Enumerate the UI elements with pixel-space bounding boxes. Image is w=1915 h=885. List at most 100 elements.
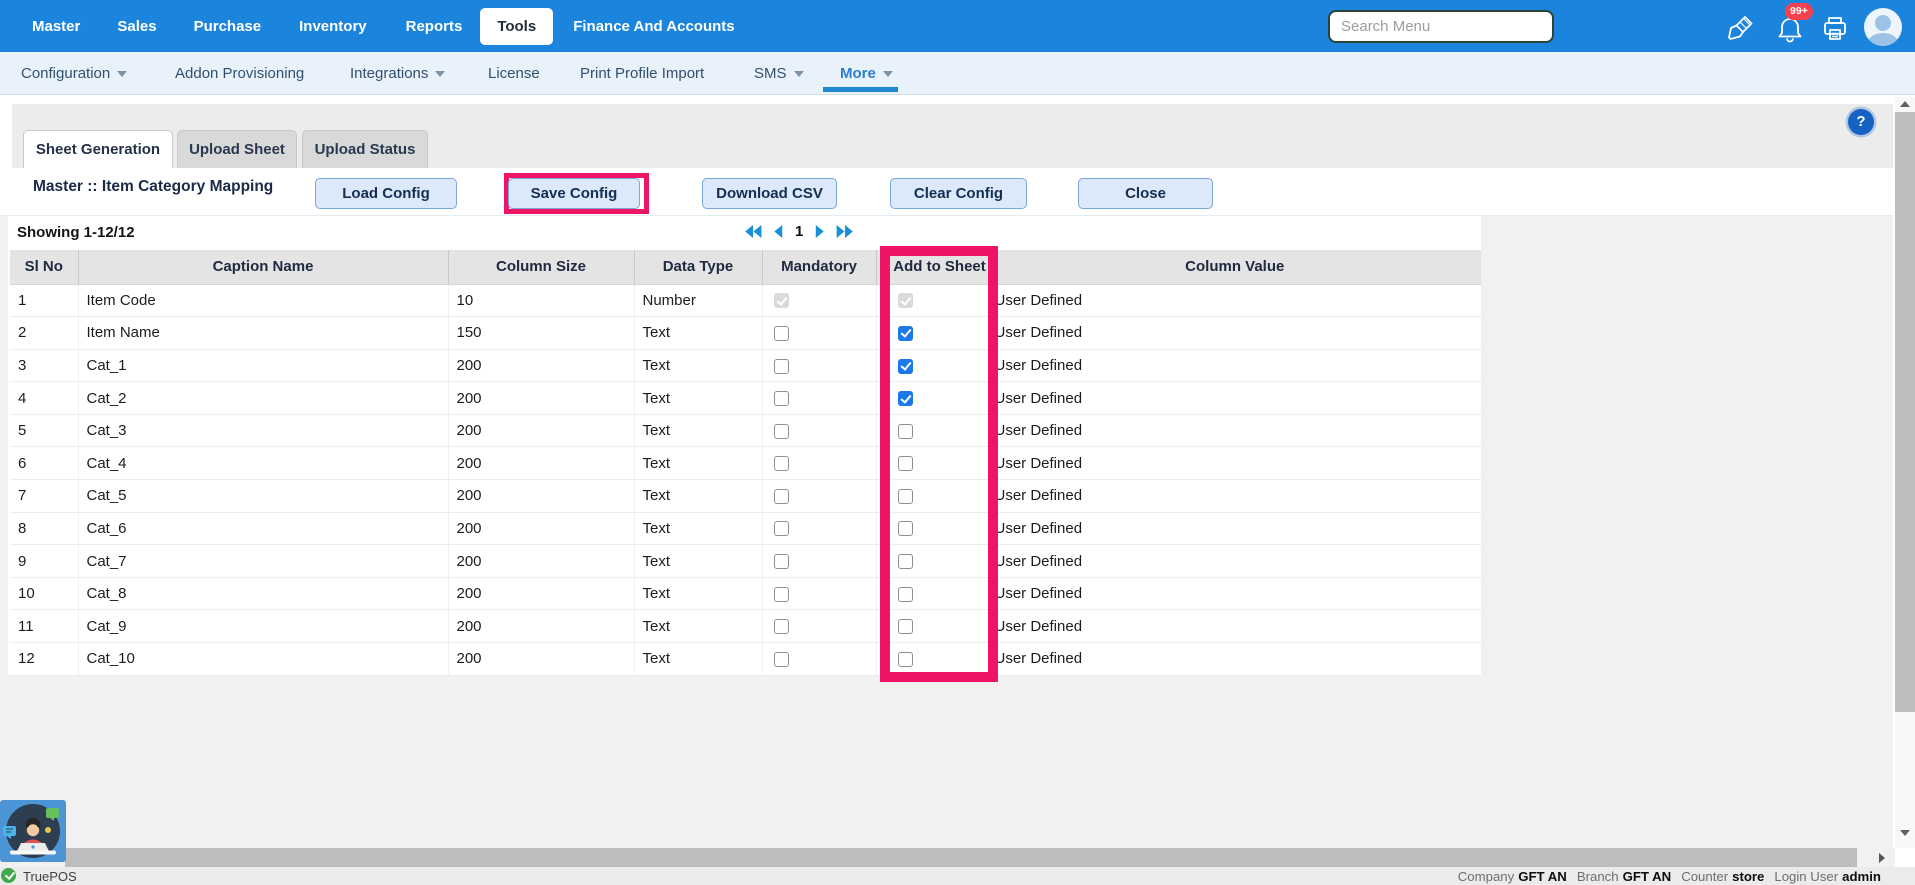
cell-mandatory-checkbox-cell [762, 610, 876, 643]
printer-icon[interactable] [1821, 16, 1849, 42]
search-input[interactable] [1328, 10, 1554, 43]
nav-item-purchase[interactable]: Purchase [194, 18, 262, 35]
cell-mandatory-checkbox-cell [762, 284, 876, 317]
tab-upload-sheet[interactable]: Upload Sheet [177, 130, 297, 168]
clear-config-button[interactable]: Clear Config [890, 178, 1027, 209]
column-header-sl-no: Sl No [10, 250, 78, 284]
record-count-label: Showing 1-12/12 [17, 224, 135, 241]
tab-upload-status[interactable]: Upload Status [302, 130, 428, 168]
table-row: 8Cat_6200TextUser Defined [10, 512, 1481, 545]
subnav-item-addon-provisioning[interactable]: Addon Provisioning [175, 52, 304, 94]
cell-column-size: 200 [448, 577, 634, 610]
cell-column-size: 200 [448, 545, 634, 578]
scroll-right-arrow[interactable] [1879, 853, 1885, 863]
scroll-up-arrow[interactable] [1900, 101, 1910, 107]
mandatory-checkbox[interactable] [774, 489, 789, 504]
cell-caption-name: Item Name [78, 317, 448, 350]
page-number[interactable]: 1 [795, 223, 803, 240]
load-config-button[interactable]: Load Config [315, 178, 457, 209]
mandatory-checkbox[interactable] [774, 359, 789, 374]
table-row: 2Item Name150TextUser Defined [10, 317, 1481, 350]
table-row: 5Cat_3200TextUser Defined [10, 414, 1481, 447]
download-csv-button[interactable]: Download CSV [702, 178, 837, 209]
subnav-item-license[interactable]: License [488, 52, 540, 94]
close-button[interactable]: Close [1078, 178, 1213, 209]
cell-mandatory-checkbox-cell [762, 480, 876, 513]
page-title: Master :: Item Category Mapping [33, 178, 273, 196]
cell-column-value: User Defined [988, 317, 1481, 350]
column-header-column-size: Column Size [448, 250, 634, 284]
cell-column-value: User Defined [988, 447, 1481, 480]
mandatory-checkbox[interactable] [774, 652, 789, 667]
first-page-icon[interactable] [745, 225, 762, 238]
mandatory-checkbox[interactable] [774, 326, 789, 341]
cell-column-size: 200 [448, 480, 634, 513]
vertical-scrollbar[interactable] [1895, 97, 1915, 848]
mandatory-checkbox[interactable] [774, 521, 789, 536]
horizontal-scrollbar-thumb[interactable] [65, 848, 1857, 867]
save-config-button[interactable]: Save Config [508, 178, 640, 209]
chevron-down-icon [794, 71, 804, 77]
nav-item-master[interactable]: Master [32, 18, 80, 35]
status-company: CompanyGFT AN [1458, 869, 1567, 884]
subnav-item-label: License [488, 65, 540, 82]
nav-item-reports[interactable]: Reports [406, 18, 463, 35]
nav-item-finance-and-accounts[interactable]: Finance And Accounts [573, 18, 734, 35]
mandatory-checkbox[interactable] [774, 587, 789, 602]
cell-column-size: 10 [448, 284, 634, 317]
horizontal-scrollbar[interactable] [0, 848, 1895, 867]
subnav-item-configuration[interactable]: Configuration [21, 52, 127, 94]
grid-area: Showing 1-12/12 1 Sl NoCaption NameColum… [0, 216, 1893, 848]
mandatory-checkbox[interactable] [774, 456, 789, 471]
table-row: 6Cat_4200TextUser Defined [10, 447, 1481, 480]
cell-sl-no: 9 [10, 545, 78, 578]
cell-sl-no: 1 [10, 284, 78, 317]
status-counter: Counterstore [1681, 869, 1764, 884]
cell-mandatory-checkbox-cell [762, 545, 876, 578]
cell-data-type: Text [634, 480, 762, 513]
support-chat-widget[interactable] [0, 800, 66, 862]
subnav-item-label: SMS [754, 65, 787, 82]
column-header-caption-name: Caption Name [78, 250, 448, 284]
nav-item-tools[interactable]: Tools [480, 8, 553, 45]
table-row: 9Cat_7200TextUser Defined [10, 545, 1481, 578]
cell-sl-no: 2 [10, 317, 78, 350]
vertical-scrollbar-thumb[interactable] [1895, 112, 1915, 712]
column-header-data-type: Data Type [634, 250, 762, 284]
top-nav-menu: Master Sales Purchase Inventory Reports Tools… [32, 8, 735, 45]
cell-column-size: 200 [448, 414, 634, 447]
cell-caption-name: Cat_8 [78, 577, 448, 610]
cell-sl-no: 12 [10, 643, 78, 676]
tab-sheet-generation[interactable]: Sheet Generation [23, 130, 173, 168]
cell-sl-no: 6 [10, 447, 78, 480]
scroll-down-arrow[interactable] [1900, 830, 1910, 836]
cell-mandatory-checkbox-cell [762, 349, 876, 382]
subnav-item-integrations[interactable]: Integrations [350, 52, 445, 94]
mandatory-checkbox[interactable] [774, 424, 789, 439]
cell-caption-name: Cat_10 [78, 643, 448, 676]
subnav-item-sms[interactable]: SMS [754, 52, 804, 94]
avatar-head [1875, 15, 1891, 31]
cell-mandatory-checkbox-cell [762, 643, 876, 676]
help-button[interactable]: ? [1848, 109, 1874, 135]
nav-item-sales[interactable]: Sales [117, 18, 156, 35]
cell-mandatory-checkbox-cell [762, 414, 876, 447]
next-page-icon[interactable] [815, 225, 824, 238]
paintbrush-icon[interactable] [1726, 13, 1754, 41]
user-avatar[interactable] [1864, 8, 1902, 46]
prev-page-icon[interactable] [774, 225, 783, 238]
tab-strip: ? Sheet GenerationUpload SheetUpload Sta… [12, 104, 1893, 168]
status-login-user: Login Useradmin [1774, 869, 1881, 884]
table-row: 3Cat_1200TextUser Defined [10, 349, 1481, 382]
subnav-item-print-profile-import[interactable]: Print Profile Import [580, 52, 704, 94]
last-page-icon[interactable] [836, 225, 853, 238]
cell-column-value: User Defined [988, 414, 1481, 447]
mandatory-checkbox[interactable] [774, 554, 789, 569]
cell-data-type: Text [634, 545, 762, 578]
nav-item-inventory[interactable]: Inventory [299, 18, 367, 35]
mandatory-checkbox[interactable] [774, 619, 789, 634]
notifications-bell-icon[interactable] [1775, 16, 1805, 44]
subnav-item-label: More [840, 65, 876, 82]
mandatory-checkbox[interactable] [774, 391, 789, 406]
active-subnav-underline [823, 87, 898, 92]
